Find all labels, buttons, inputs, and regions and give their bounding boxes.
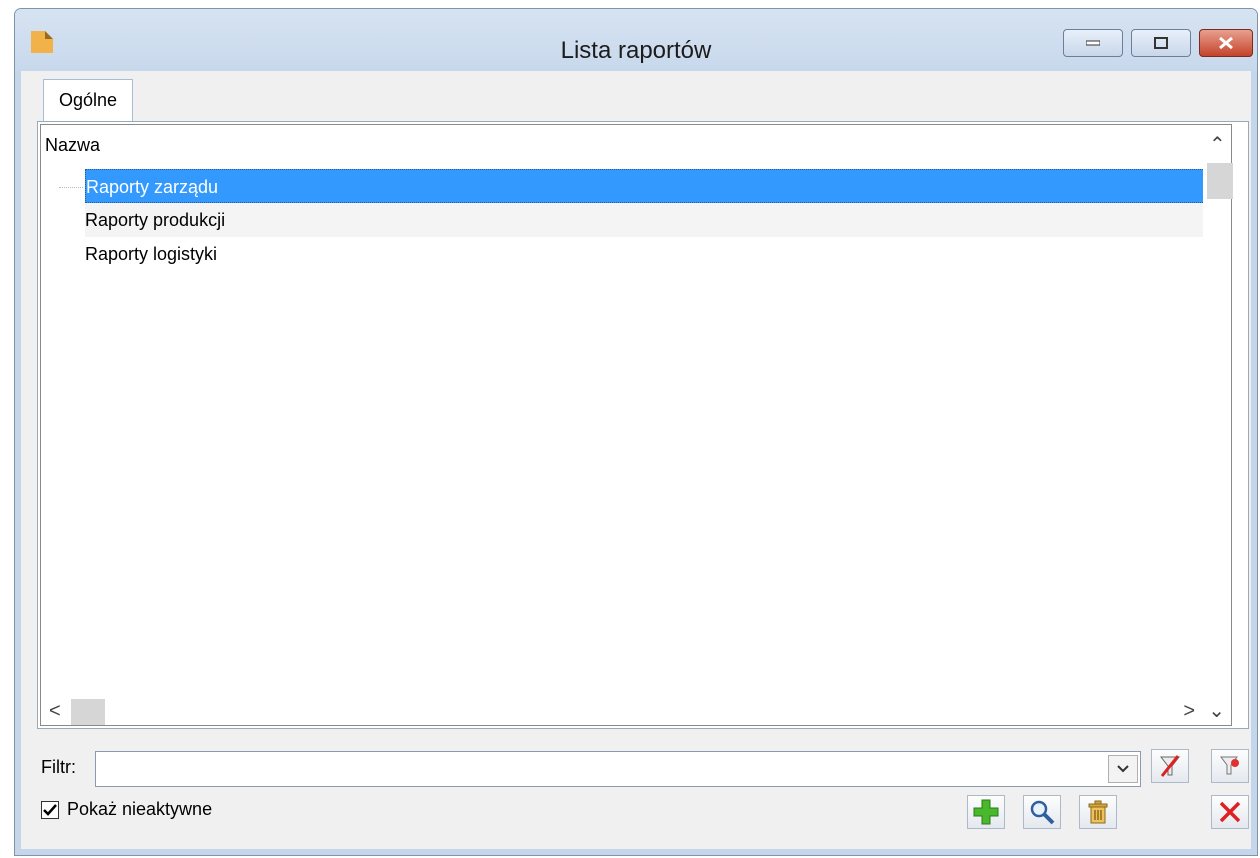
report-list-window: Lista raportów Ogólne Nazwa Raporty zarz…: [14, 8, 1258, 856]
tab-general-label: Ogólne: [58, 90, 118, 110]
tab-panel: Nazwa Raporty zarządu Raporty produkcji …: [37, 121, 1249, 729]
scroll-down-icon[interactable]: ⌄: [1208, 701, 1225, 721]
checkmark-icon: [43, 803, 57, 816]
list-item-label: Raporty produkcji: [85, 210, 226, 230]
tree-connector: [59, 187, 83, 188]
horizontal-scrollbar[interactable]: < >: [41, 697, 1203, 725]
restore-icon: [1154, 37, 1168, 49]
close-button[interactable]: [1211, 795, 1249, 829]
filter-settings-button[interactable]: [1211, 749, 1249, 783]
add-button[interactable]: [967, 795, 1005, 829]
clear-filter-icon: [1159, 755, 1181, 777]
list-item[interactable]: Raporty produkcji: [85, 203, 1207, 237]
trash-icon: [1088, 800, 1108, 824]
show-inactive-label: Pokaż nieaktywne: [67, 799, 213, 819]
filter-input[interactable]: [95, 751, 1141, 787]
chevron-down-icon: [1117, 765, 1129, 773]
plus-icon: [973, 799, 999, 825]
vertical-scroll-thumb[interactable]: [1207, 163, 1233, 199]
preview-button[interactable]: [1023, 795, 1061, 829]
list-item-label: Raporty zarządu: [86, 177, 219, 197]
close-icon: [1219, 801, 1241, 823]
horizontal-scroll-thumb[interactable]: [71, 699, 105, 725]
magnifier-icon: [1030, 800, 1055, 825]
close-window-button[interactable]: [1199, 29, 1253, 57]
delete-button[interactable]: [1079, 795, 1117, 829]
minimize-button[interactable]: [1063, 29, 1123, 57]
vertical-scrollbar[interactable]: ⌃: [1203, 125, 1233, 697]
list-item[interactable]: Raporty logistyki: [85, 237, 1207, 271]
maximize-button[interactable]: [1131, 29, 1191, 57]
list-item[interactable]: Raporty zarządu: [85, 169, 1207, 203]
minimize-icon: [1086, 40, 1100, 46]
filter-settings-icon: [1220, 756, 1239, 775]
tab-general[interactable]: Ogólne: [43, 79, 133, 121]
column-header-name[interactable]: Nazwa: [41, 131, 100, 159]
checkbox-box[interactable]: [41, 800, 59, 819]
window-client-area: Ogólne Nazwa Raporty zarządu Raporty pro…: [21, 71, 1251, 849]
report-tree-list[interactable]: Nazwa Raporty zarządu Raporty produkcji …: [40, 124, 1233, 726]
title-bar[interactable]: Lista raportów: [15, 9, 1257, 71]
filter-dropdown-button[interactable]: [1108, 755, 1138, 783]
close-icon: [1219, 36, 1233, 50]
clear-filter-button[interactable]: [1151, 749, 1189, 783]
scroll-up-icon[interactable]: ⌃: [1209, 135, 1226, 155]
list-item-label: Raporty logistyki: [85, 244, 218, 264]
filter-label: Filtr:: [41, 757, 76, 777]
scroll-right-icon[interactable]: >: [1183, 701, 1195, 721]
scroll-left-icon[interactable]: <: [49, 701, 61, 721]
show-inactive-checkbox[interactable]: Pokaż nieaktywne: [41, 799, 212, 820]
